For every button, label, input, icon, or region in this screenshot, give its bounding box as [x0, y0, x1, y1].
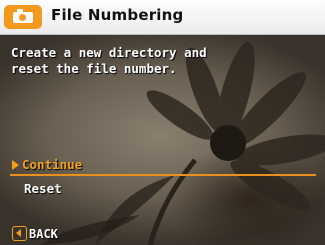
- selection-pointer-icon: [12, 160, 19, 170]
- option-reset[interactable]: Reset: [24, 181, 62, 196]
- option-reset-label: Reset: [24, 181, 62, 196]
- camera-screen: File Numbering Create a new directory an…: [0, 0, 325, 245]
- info-message: Create a new directory and reset the fil…: [11, 45, 207, 76]
- back-button[interactable]: BACK: [12, 226, 58, 242]
- page-title: File Numbering: [51, 6, 184, 24]
- camera-mode-icon: [4, 5, 42, 29]
- option-continue[interactable]: Continue: [12, 157, 82, 172]
- back-arrow-icon: [12, 226, 27, 241]
- back-label: BACK: [29, 227, 58, 241]
- option-continue-label: Continue: [22, 157, 83, 172]
- selection-highlight: [10, 174, 316, 176]
- title-bar: File Numbering: [0, 0, 325, 35]
